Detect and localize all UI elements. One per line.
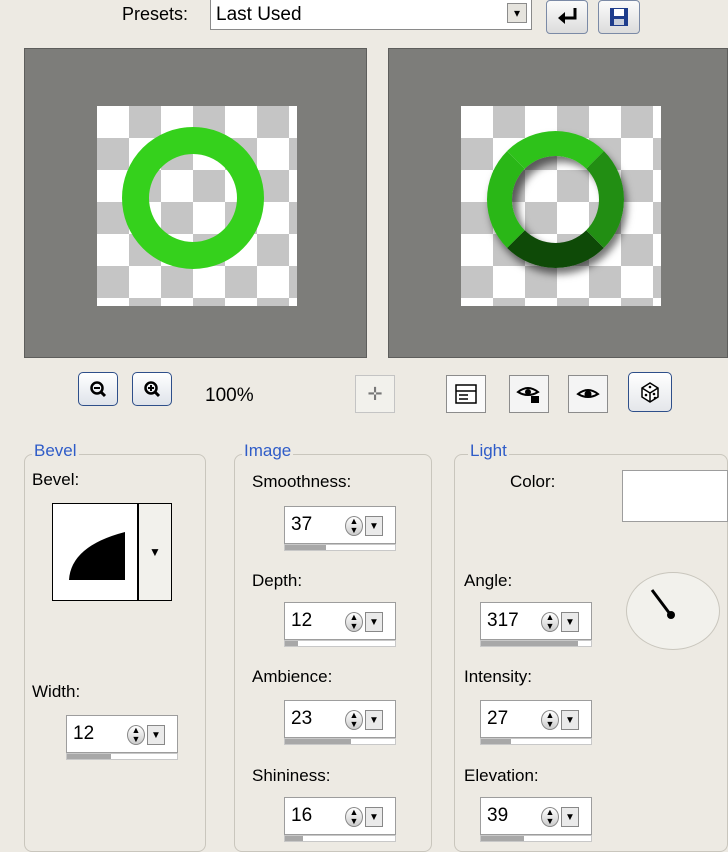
- before-preview[interactable]: [24, 48, 367, 358]
- spin-arrows-icon[interactable]: ▲ ▼: [345, 612, 363, 632]
- intensity-slider[interactable]: [480, 738, 592, 745]
- bevel-legend: Bevel: [32, 441, 79, 461]
- chevron-down-icon[interactable]: ▼: [365, 516, 383, 536]
- randomize-button[interactable]: [628, 372, 672, 412]
- width-slider[interactable]: [66, 753, 178, 760]
- intensity-value[interactable]: 27: [487, 708, 508, 730]
- shininess-value[interactable]: 16: [291, 805, 312, 827]
- zoom-in-icon: [144, 381, 161, 398]
- presets-dropdown[interactable]: Last Used ▾: [210, 0, 532, 30]
- angle-value[interactable]: 317: [487, 610, 519, 632]
- elevation-value[interactable]: 39: [487, 805, 508, 827]
- light-legend: Light: [468, 441, 509, 461]
- eye-lock-icon: [516, 387, 540, 403]
- angle-slider[interactable]: [480, 640, 592, 647]
- proof-button[interactable]: [446, 375, 486, 413]
- width-value[interactable]: 12: [73, 723, 94, 745]
- dial-needle-icon: [650, 589, 675, 619]
- after-preview[interactable]: [388, 48, 728, 358]
- spin-arrows-icon[interactable]: ▲ ▼: [345, 807, 363, 827]
- dice-icon: [641, 382, 659, 403]
- elevation-label: Elevation:: [464, 766, 539, 785]
- save-preset-button[interactable]: [598, 0, 640, 34]
- reset-arrow-icon: [558, 8, 577, 24]
- chevron-down-icon[interactable]: ▼: [561, 710, 579, 730]
- zoom-out-icon: [90, 381, 107, 398]
- ambience-slider[interactable]: [284, 738, 396, 745]
- bevel-shape-picker[interactable]: ▼: [52, 503, 172, 601]
- auto-proof-button[interactable]: [509, 375, 549, 413]
- spin-arrows-icon[interactable]: ▲ ▼: [541, 612, 559, 632]
- chevron-down-icon[interactable]: ▼: [561, 807, 579, 827]
- pan-icon[interactable]: ✛: [355, 375, 395, 413]
- zoom-in-button[interactable]: [132, 372, 172, 406]
- preview-on-image-button[interactable]: [568, 375, 608, 413]
- eye-icon: [576, 389, 600, 398]
- width-label: Width:: [32, 682, 81, 701]
- smoothness-label: Smoothness:: [252, 472, 352, 491]
- spin-arrows-icon[interactable]: ▲ ▼: [345, 710, 363, 730]
- chevron-down-icon[interactable]: ▼: [561, 612, 579, 632]
- width-spinner[interactable]: 12 ▲ ▼ ▼: [66, 715, 178, 761]
- zoom-level: 100%: [205, 385, 254, 406]
- angle-dial[interactable]: [626, 572, 720, 650]
- chevron-down-icon[interactable]: ▼: [365, 710, 383, 730]
- zoom-out-button[interactable]: [78, 372, 118, 406]
- reset-button[interactable]: [546, 0, 588, 34]
- bevel-label: Bevel:: [32, 470, 80, 489]
- intensity-spinner[interactable]: 27 ▲ ▼ ▼: [480, 700, 592, 746]
- smoothness-value[interactable]: 37: [291, 514, 312, 536]
- bevel-profile-icon: [69, 532, 125, 580]
- spin-arrows-icon[interactable]: ▲ ▼: [541, 807, 559, 827]
- shininess-slider[interactable]: [284, 835, 396, 842]
- ring-original: [122, 127, 264, 269]
- angle-label: Angle:: [464, 571, 513, 590]
- chevron-down-icon[interactable]: ▼: [365, 612, 383, 632]
- ambience-label: Ambience:: [252, 667, 333, 686]
- chevron-down-icon[interactable]: ▼: [365, 807, 383, 827]
- depth-label: Depth:: [252, 571, 303, 590]
- spin-arrows-icon[interactable]: ▲ ▼: [345, 516, 363, 536]
- ambience-value[interactable]: 23: [291, 708, 312, 730]
- shininess-label: Shininess:: [252, 766, 331, 785]
- elevation-slider[interactable]: [480, 835, 592, 842]
- save-disk-icon: [610, 8, 628, 26]
- smoothness-spinner[interactable]: 37 ▲ ▼ ▼: [284, 506, 396, 552]
- image-legend: Image: [242, 441, 294, 461]
- ambience-spinner[interactable]: 23 ▲ ▼ ▼: [284, 700, 396, 746]
- proof-icon: [455, 384, 477, 404]
- bevel-shape-preview: [52, 503, 138, 601]
- intensity-label: Intensity:: [464, 667, 533, 686]
- depth-spinner[interactable]: 12 ▲ ▼ ▼: [284, 602, 396, 648]
- light-color-swatch[interactable]: [622, 470, 728, 522]
- chevron-down-icon[interactable]: ▼: [138, 503, 172, 601]
- spin-arrows-icon[interactable]: ▲ ▼: [541, 710, 559, 730]
- color-label: Color:: [510, 472, 556, 491]
- ring-beveled: [487, 131, 624, 268]
- depth-slider[interactable]: [284, 640, 396, 647]
- presets-value: Last Used: [216, 4, 302, 25]
- chevron-down-icon[interactable]: ▼: [147, 725, 165, 745]
- presets-label: Presets:: [122, 4, 189, 24]
- shininess-spinner[interactable]: 16 ▲ ▼ ▼: [284, 797, 396, 843]
- spin-arrows-icon[interactable]: ▲ ▼: [127, 725, 145, 745]
- elevation-spinner[interactable]: 39 ▲ ▼ ▼: [480, 797, 592, 843]
- depth-value[interactable]: 12: [291, 610, 312, 632]
- smoothness-slider[interactable]: [284, 544, 396, 551]
- angle-spinner[interactable]: 317 ▲ ▼ ▼: [480, 602, 592, 648]
- chevron-down-icon[interactable]: ▾: [507, 3, 527, 23]
